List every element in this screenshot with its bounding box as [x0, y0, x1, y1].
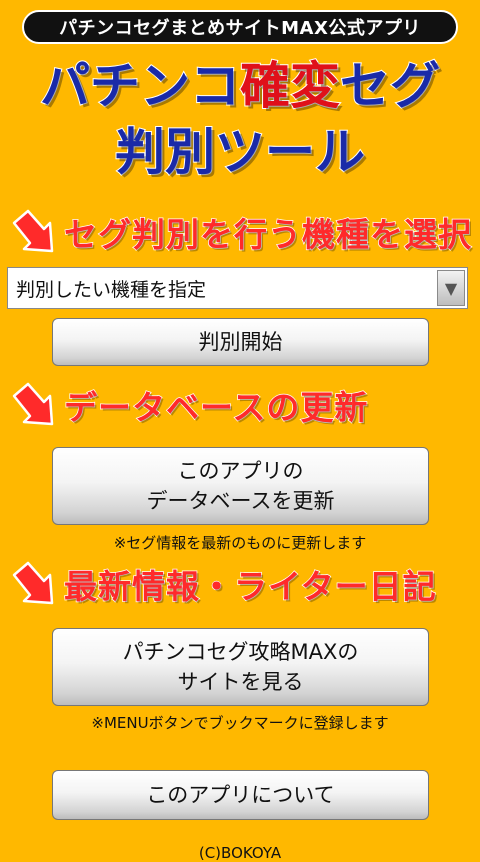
- copyright: (C)BOKOYA: [198, 844, 282, 862]
- app-banner: パチンコセグまとめサイトMAX公式アプリ: [22, 10, 458, 44]
- update-database-button[interactable]: このアプリの データベースを更新: [52, 447, 429, 525]
- section-title-latest-info: 最新情報・ライター日記: [63, 566, 437, 607]
- section-latest-info: 最新情報・ライター日記: [10, 561, 470, 607]
- view-site-label-1: パチンコセグ攻略MAXの: [122, 640, 359, 664]
- view-site-button[interactable]: パチンコセグ攻略MAXの サイトを見る: [52, 628, 429, 706]
- start-judge-button[interactable]: 判別開始: [52, 318, 429, 366]
- bookmark-note: ※MENUボタンでブックマークに登録します: [91, 714, 389, 732]
- section-title-select-machine: セグ判別を行う機種を選択: [63, 214, 472, 255]
- update-database-label-1: このアプリの: [177, 459, 304, 483]
- start-judge-label: 判別開始: [198, 330, 283, 354]
- title-line-2: 判別ツール: [114, 123, 366, 181]
- section-database-update: データベースの更新: [10, 382, 470, 428]
- arrow-down-right-icon: [10, 209, 56, 255]
- update-database-label-2: データベースを更新: [146, 489, 335, 513]
- update-note: ※セグ情報を最新のものに更新します: [113, 534, 367, 552]
- title-part-kakuhen: 確変: [239, 57, 341, 115]
- section-title-database-update: データベースの更新: [63, 387, 369, 428]
- title-line-1: パチンコ確変セグ: [0, 57, 480, 115]
- about-app-button[interactable]: このアプリについて: [52, 770, 429, 820]
- arrow-down-right-icon: [10, 382, 56, 428]
- machine-select[interactable]: 判別したい機種を指定 ▼: [7, 267, 468, 309]
- title-part-seg: セグ: [339, 57, 441, 115]
- view-site-label-2: サイトを見る: [177, 670, 304, 694]
- title-part-pachinko: パチンコ: [39, 57, 241, 115]
- arrow-down-right-icon: [10, 561, 56, 607]
- machine-select-value: 判別したい機種を指定: [16, 278, 207, 301]
- dropdown-arrow-icon[interactable]: ▼: [437, 270, 465, 306]
- about-app-label: このアプリについて: [146, 783, 335, 807]
- section-select-machine: セグ判別を行う機種を選択: [10, 209, 472, 255]
